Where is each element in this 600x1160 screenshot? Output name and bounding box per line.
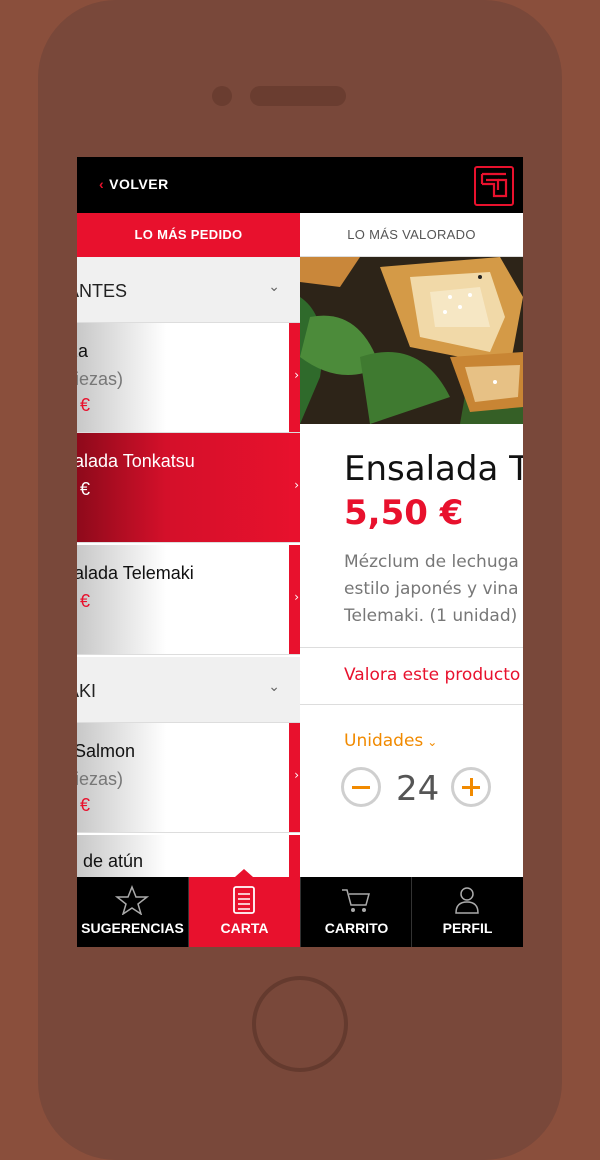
product-list: ANTES ⌄ iza piezas) 0 € › salada Tonkats… xyxy=(77,257,300,877)
logo-glyph-icon xyxy=(480,172,508,198)
chevron-left-icon: ‹ xyxy=(99,176,105,192)
item-price: 0 € xyxy=(77,591,91,611)
product-photo xyxy=(300,257,523,424)
chevron-right-icon: › xyxy=(294,768,299,782)
app-logo xyxy=(474,166,514,206)
chevron-right-icon: › xyxy=(294,368,299,382)
chevron-right-icon: › xyxy=(294,590,299,604)
tab-mas-pedido[interactable]: LO MÁS PEDIDO xyxy=(77,213,300,257)
item-name: salada Telemaki xyxy=(77,563,194,583)
nav-label: CARTA xyxy=(220,920,269,936)
bottom-nav: SUGERENCIAS CARTA CARRITO PERFIL xyxy=(77,869,523,947)
description-line: estilo japonés y vina xyxy=(344,579,519,599)
category-label: AKI xyxy=(77,681,97,701)
list-item[interactable]: i Salmon piezas) 0 € › xyxy=(77,723,300,833)
item-name: salada Tonkatsu xyxy=(77,451,195,471)
tab-bar: LO MÁS PEDIDO LO MÁS VALORADO xyxy=(77,213,523,257)
nav-carrito[interactable]: CARRITO xyxy=(301,877,412,947)
app-screen: ‹VOLVER LO MÁS PEDIDO LO MÁS VALORADO AN… xyxy=(77,157,523,947)
product-description: Mézclum de lechuga estilo japonés y vina… xyxy=(344,549,519,630)
item-price: 0 € xyxy=(77,795,91,815)
rate-product-row[interactable]: Valora este producto xyxy=(300,647,523,705)
salad-image xyxy=(300,257,523,424)
item-name: iza xyxy=(77,341,89,361)
user-icon xyxy=(455,887,479,914)
item-name: i Salmon xyxy=(77,741,136,761)
chevron-down-icon: ⌄ xyxy=(427,735,438,749)
item-pieces: piezas) xyxy=(77,369,124,389)
phone-camera xyxy=(212,86,232,106)
nav-label: CARRITO xyxy=(324,920,389,936)
nav-sugerencias[interactable]: SUGERENCIAS xyxy=(77,877,188,947)
description-line: Telemaki. (1 unidad) xyxy=(344,606,518,626)
category-header[interactable]: AKI ⌄ xyxy=(77,657,300,723)
list-item[interactable]: iza piezas) 0 € › xyxy=(77,323,300,433)
plus-icon-vertical xyxy=(470,778,473,796)
star-icon xyxy=(115,885,149,915)
item-price: 0 € xyxy=(77,395,91,415)
menu-icon xyxy=(233,886,255,914)
back-label: VOLVER xyxy=(109,176,169,192)
increase-quantity-button[interactable] xyxy=(451,767,491,807)
minus-icon xyxy=(352,786,370,789)
product-title: Ensalada T xyxy=(344,449,523,489)
category-header[interactable]: ANTES ⌄ xyxy=(77,257,300,323)
back-button[interactable]: ‹ VOLVER xyxy=(99,176,169,192)
list-item-selected[interactable]: salada Tonkatsu 0 € › xyxy=(77,433,300,543)
list-item[interactable]: ki de atún xyxy=(77,835,300,877)
phone-speaker xyxy=(250,86,346,106)
decrease-quantity-button[interactable] xyxy=(341,767,381,807)
top-bar: ‹ VOLVER xyxy=(77,157,523,213)
item-name: ki de atún xyxy=(77,851,144,871)
quantity-value: 24 xyxy=(396,769,440,809)
rate-product-link[interactable]: Valora este producto xyxy=(344,665,520,685)
category-label: ANTES xyxy=(77,281,128,301)
cart-icon xyxy=(342,889,370,912)
units-selector[interactable]: Unidades ⌄ xyxy=(344,731,437,751)
home-button[interactable] xyxy=(252,976,348,1072)
description-line: Mézclum de lechuga xyxy=(344,552,519,572)
chevron-down-icon: ⌄ xyxy=(268,679,280,695)
chevron-down-icon: ⌄ xyxy=(268,279,280,295)
nav-label: SUGERENCIAS xyxy=(81,920,184,936)
item-price: 0 € xyxy=(77,479,91,499)
product-price: 5,50 € xyxy=(344,493,464,533)
tab-mas-valorado[interactable]: LO MÁS VALORADO xyxy=(300,213,523,257)
nav-label: PERFIL xyxy=(442,920,493,936)
item-pieces: piezas) xyxy=(77,769,124,789)
units-label: Unidades xyxy=(344,731,424,751)
chevron-right-icon: › xyxy=(294,478,299,492)
nav-carta[interactable]: CARTA xyxy=(189,869,300,947)
nav-perfil[interactable]: PERFIL xyxy=(412,877,523,947)
list-item[interactable]: salada Telemaki 0 € › xyxy=(77,545,300,655)
item-strip xyxy=(289,835,300,877)
product-detail: Ensalada T 5,50 € Mézclum de lechuga est… xyxy=(300,257,523,877)
